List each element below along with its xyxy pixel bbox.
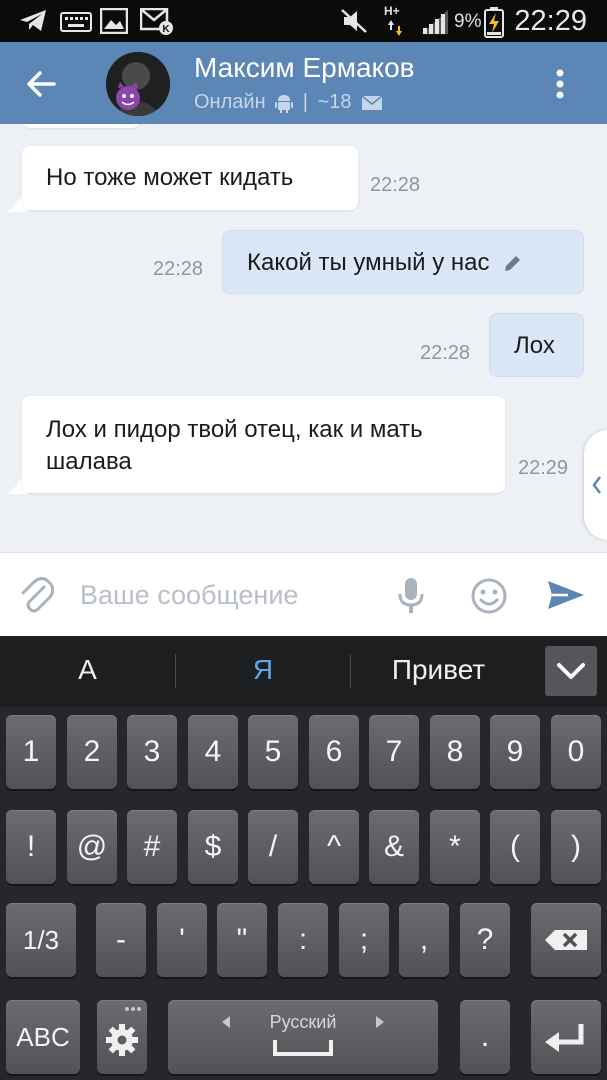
message-bubble-outgoing[interactable]: Лох [489,313,584,377]
status-separator: | [302,91,308,114]
chat-area[interactable]: Но тоже может кидать 22:28 22:28 Какой т… [0,124,607,552]
enter-icon [545,1024,584,1052]
key[interactable]: ^ [309,810,359,884]
key[interactable]: : [278,903,328,977]
collapse-keyboard-button[interactable] [545,646,597,696]
signal-icon [422,10,448,34]
key[interactable]: 2 [67,715,117,789]
key[interactable]: ' [157,903,207,977]
message-bubble-incoming[interactable]: Лох и пидор твой отец, как и мать шалава [22,396,505,493]
microphone-icon[interactable] [396,577,426,615]
network-type: H+ [384,4,400,18]
key[interactable]: - [96,903,146,977]
message-time: 22:28 [153,258,204,280]
emoji-icon[interactable] [470,577,508,615]
online-status: Онлайн [194,91,266,114]
key[interactable]: ! [6,810,56,884]
message-text: Лох и пидор твой отец, как и мать шалава [46,416,423,475]
key[interactable]: ( [490,810,540,884]
side-panel-handle[interactable] [584,430,607,540]
message-bubble-outgoing[interactable]: Какой ты умный у нас [222,230,584,294]
battery-level: 9% [454,11,482,32]
chat-header: Максим Ермаков Онлайн | ~18 [0,42,607,124]
key[interactable]: 0 [551,715,601,789]
avatar-image [106,52,170,116]
key[interactable]: / [248,810,298,884]
edited-pencil-icon [505,255,521,271]
key-label: . [480,1020,490,1053]
key[interactable]: @ [67,810,117,884]
enter-key[interactable] [531,1000,601,1074]
chevron-left-icon [592,476,601,494]
key[interactable]: 9 [490,715,540,789]
message-time: 22:29 [518,457,569,479]
message-time: 22:28 [420,342,471,364]
key[interactable]: 7 [369,715,419,789]
android-icon [275,94,294,113]
image-icon [100,8,128,34]
message-input[interactable] [80,573,380,617]
message-text: Какой ты умный у нас [247,249,490,276]
key[interactable]: 1 [6,715,56,789]
key[interactable]: 4 [188,715,238,789]
network-arrows-icon [388,20,402,36]
overflow-menu-icon[interactable] [548,66,572,102]
message-text: Но тоже может кидать [46,164,294,191]
contact-age: ~18 [317,91,352,114]
message-composer [0,552,607,636]
status-bar: K H+ 9% 22:29 [0,0,607,42]
key[interactable]: & [369,810,419,884]
svg-text:K: K [162,24,170,35]
envelope-icon [361,95,383,110]
chevron-down-icon [557,663,585,679]
language-right-icon [376,1016,384,1028]
contact-status: Онлайн | ~18 [194,91,383,114]
key[interactable]: 8 [430,715,480,789]
space-icon [273,1040,333,1056]
back-arrow-icon[interactable] [22,64,62,104]
key[interactable]: $ [188,810,238,884]
key[interactable]: ; [339,903,389,977]
keyboard-icon [60,12,92,32]
spacebar-language: Русский [269,1012,337,1032]
key-page-toggle[interactable]: 1/3 [6,903,76,977]
gear-icon [106,1007,141,1056]
message-bubble-incoming[interactable]: Но тоже может кидать [22,146,358,210]
send-icon[interactable] [546,579,586,611]
keyboard: 1 2 3 4 5 6 7 8 9 0 ! @ # $ / ^ & * ( ) … [0,706,607,1080]
telegram-icon [20,10,46,31]
status-time: 22:29 [514,5,587,37]
message-time: 22:28 [370,174,421,196]
language-left-icon [222,1016,230,1028]
avatar[interactable] [106,52,170,116]
suggestion-item[interactable]: А [0,654,175,686]
settings-key[interactable] [97,1000,147,1074]
key[interactable]: ) [551,810,601,884]
key[interactable]: 3 [127,715,177,789]
key[interactable]: " [217,903,267,977]
key[interactable]: 6 [309,715,359,789]
vk-mail-icon: K [140,8,173,35]
suggestion-item[interactable]: Я [176,654,350,686]
key[interactable]: * [430,810,480,884]
key[interactable]: ? [460,903,510,977]
spacebar[interactable]: Русский [168,1000,438,1074]
previous-message-bubble [22,124,140,128]
contact-name[interactable]: Максим Ермаков [194,52,415,84]
backspace-icon [545,930,587,950]
backspace-key[interactable] [531,903,601,977]
abc-key[interactable]: ABC [6,1000,80,1074]
key[interactable]: # [127,810,177,884]
mute-icon [341,9,367,33]
message-text: Лох [514,332,555,359]
keyboard-suggestions: А Я Привет [0,636,607,706]
key[interactable]: , [399,903,449,977]
paperclip-icon[interactable] [18,575,54,615]
key[interactable]: 5 [248,715,298,789]
suggestion-item[interactable]: Привет [351,654,526,686]
period-key[interactable]: . [460,1000,510,1074]
battery-charging-icon [484,7,504,38]
